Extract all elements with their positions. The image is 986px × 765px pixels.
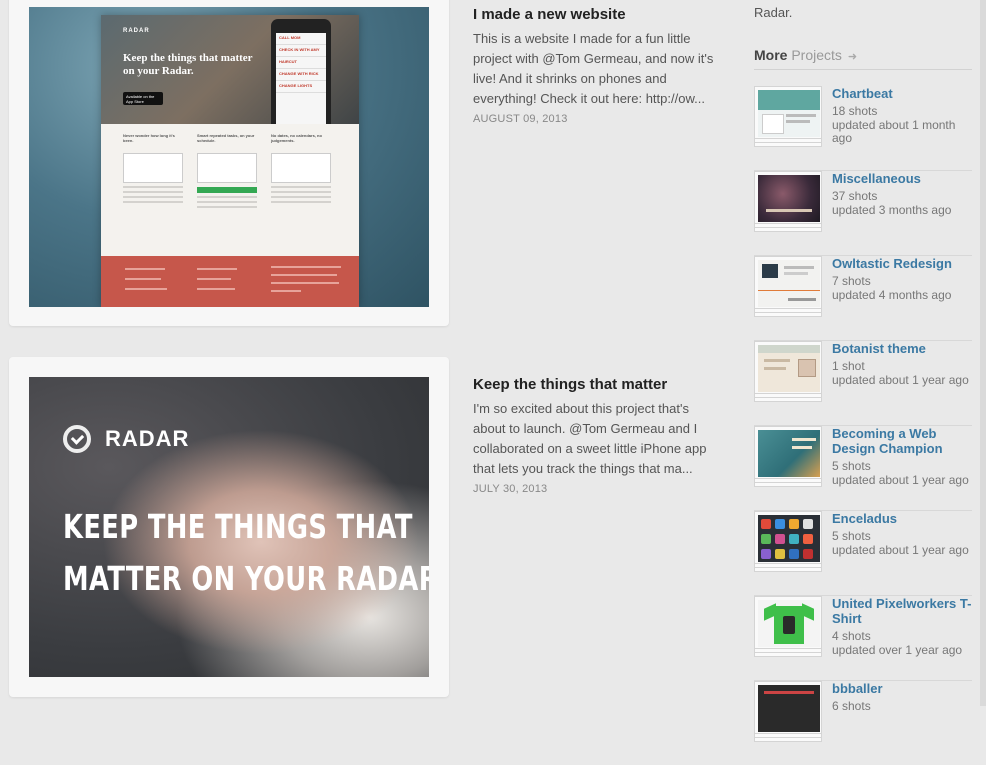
- shot-thumbnail-link[interactable]: RADAR Keep the things that matter on you…: [29, 7, 429, 307]
- phone-mockup: CALL MOM CHECK IN WITH AMY HAIRCUT CHANG…: [271, 19, 331, 124]
- window-edge: [980, 0, 986, 706]
- project-thumbnail[interactable]: [754, 86, 822, 148]
- project-thumbnail[interactable]: [754, 341, 822, 403]
- project-thumbnail[interactable]: [754, 596, 822, 658]
- heading-light: Projects: [791, 47, 842, 63]
- shot-card: RADAR KEEP THE THINGS THAT MATTER ON YOU…: [9, 357, 449, 697]
- feature-column: Smart repeated tasks, on your schedule.: [197, 133, 257, 208]
- project-updated: updated about 1 year ago: [832, 373, 969, 387]
- phone-row: HAIRCUT: [276, 57, 326, 69]
- project-meta: 4 shots updated over 1 year ago: [832, 628, 974, 657]
- radar-logo: RADAR: [63, 425, 189, 453]
- shot-thumbnail-link[interactable]: RADAR KEEP THE THINGS THAT MATTER ON YOU…: [29, 377, 429, 677]
- project-title-link[interactable]: United Pixelworkers T-Shirt: [832, 596, 974, 626]
- headline-line: KEEP THE THINGS THAT: [63, 507, 413, 546]
- mockup-headline: Keep the things that matter on your Rada…: [123, 52, 253, 77]
- feature-graphic: [197, 153, 257, 183]
- more-projects-heading[interactable]: More Projects ➜: [754, 47, 972, 70]
- project-thumbnail[interactable]: [754, 171, 822, 233]
- phone-row: CHANGE WITH RICK: [276, 69, 326, 81]
- project-title-link[interactable]: Botanist theme: [832, 341, 974, 356]
- project-shot-count: 1 shot: [832, 359, 865, 373]
- feature-title: Smart repeated tasks, on your schedule.: [197, 133, 255, 143]
- phone-row: CHECK IN WITH AMY: [276, 45, 326, 57]
- project-meta: 6 shots: [832, 698, 974, 714]
- project-item[interactable]: United Pixelworkers T-Shirt 4 shots upda…: [754, 596, 972, 681]
- app-store-badge: Available on the App Store: [123, 92, 163, 105]
- phone-row: CALL MOM: [276, 33, 326, 45]
- radar-headline: KEEP THE THINGS THAT MATTER ON YOUR RADA…: [63, 501, 429, 605]
- shot-card: RADAR Keep the things that matter on you…: [9, 0, 449, 326]
- project-item[interactable]: Becoming a Web Design Champion 5 shots u…: [754, 426, 972, 511]
- project-shot-count: 5 shots: [832, 529, 871, 543]
- radar-logo-text: RADAR: [105, 426, 190, 451]
- post-date: AUGUST 09, 2013: [473, 113, 568, 125]
- mockup-logo: RADAR: [123, 28, 150, 34]
- post-entry: I made a new website This is a website I…: [473, 5, 723, 125]
- feature-graphic: [123, 153, 183, 183]
- project-title-link[interactable]: Enceladus: [832, 511, 974, 526]
- feature-column: Never wonder how long it's been.: [123, 133, 183, 203]
- headline-line: MATTER ON YOUR RADAR.: [63, 559, 429, 598]
- project-shot-count: 4 shots: [832, 629, 871, 643]
- feature-title: No dates, no calendars, no judgements.: [271, 133, 322, 143]
- phone-row: CHANGE LIGHTS: [276, 81, 326, 93]
- project-thumbnail[interactable]: [754, 681, 822, 743]
- project-updated: updated 4 months ago: [832, 288, 952, 302]
- post-excerpt: I'm so excited about this project that's…: [473, 401, 707, 476]
- project-item[interactable]: Botanist theme 1 shot updated about 1 ye…: [754, 341, 972, 426]
- project-title-link[interactable]: Chartbeat: [832, 86, 974, 101]
- project-meta: 7 shots updated 4 months ago: [832, 273, 974, 302]
- project-shot-count: 7 shots: [832, 274, 871, 288]
- project-shot-count: 6 shots: [832, 699, 871, 713]
- website-mockup: RADAR Keep the things that matter on you…: [101, 15, 359, 307]
- project-shot-count: 37 shots: [832, 189, 878, 203]
- project-thumbnail[interactable]: [754, 256, 822, 318]
- post-entry: Keep the things that matter I'm so excit…: [473, 375, 723, 495]
- arrow-right-icon: ➜: [847, 51, 858, 63]
- project-meta: 1 shot updated about 1 year ago: [832, 358, 974, 387]
- project-shot-count: 18 shots: [832, 104, 878, 118]
- feature-title: Never wonder how long it's been.: [123, 133, 175, 143]
- post-excerpt: This is a website I made for a fun littl…: [473, 31, 714, 106]
- project-meta: 5 shots updated about 1 year ago: [832, 458, 974, 487]
- project-thumbnail[interactable]: [754, 426, 822, 488]
- feature-graphic: [271, 153, 331, 183]
- project-updated: updated over 1 year ago: [832, 643, 963, 657]
- project-title-link[interactable]: Miscellaneous: [832, 171, 974, 186]
- mockup-footer: [101, 256, 359, 307]
- project-item[interactable]: Chartbeat 18 shots updated about 1 month…: [754, 86, 972, 171]
- project-thumbnail[interactable]: [754, 511, 822, 573]
- project-updated: updated about 1 month ago: [832, 118, 956, 145]
- project-meta: 18 shots updated about 1 month ago: [832, 103, 974, 145]
- project-item[interactable]: Owltastic Redesign 7 shots updated 4 mon…: [754, 256, 972, 341]
- sidebar-intro-text: Radar.: [754, 5, 793, 20]
- project-item[interactable]: bbballer 6 shots: [754, 681, 972, 765]
- project-updated: updated 3 months ago: [832, 203, 952, 217]
- project-title-link[interactable]: Owltastic Redesign: [832, 256, 974, 271]
- project-item[interactable]: Miscellaneous 37 shots updated 3 months …: [754, 171, 972, 256]
- heading-strong: More: [754, 47, 788, 63]
- project-title-link[interactable]: Becoming a Web Design Champion: [832, 426, 974, 456]
- project-updated: updated about 1 year ago: [832, 473, 969, 487]
- project-meta: 37 shots updated 3 months ago: [832, 188, 974, 217]
- feature-column: No dates, no calendars, no judgements.: [271, 133, 331, 203]
- phone-screen: CALL MOM CHECK IN WITH AMY HAIRCUT CHANG…: [276, 33, 326, 124]
- project-shot-count: 5 shots: [832, 459, 871, 473]
- project-item[interactable]: Enceladus 5 shots updated about 1 year a…: [754, 511, 972, 596]
- project-meta: 5 shots updated about 1 year ago: [832, 528, 974, 557]
- project-updated: updated about 1 year ago: [832, 543, 969, 557]
- post-title-link[interactable]: Keep the things that matter: [473, 375, 723, 395]
- project-title-link[interactable]: bbballer: [832, 681, 974, 696]
- radar-check-icon: [63, 425, 91, 453]
- post-date: JULY 30, 2013: [473, 483, 548, 495]
- post-title-link[interactable]: I made a new website: [473, 5, 723, 25]
- mockup-hero: RADAR Keep the things that matter on you…: [101, 15, 359, 124]
